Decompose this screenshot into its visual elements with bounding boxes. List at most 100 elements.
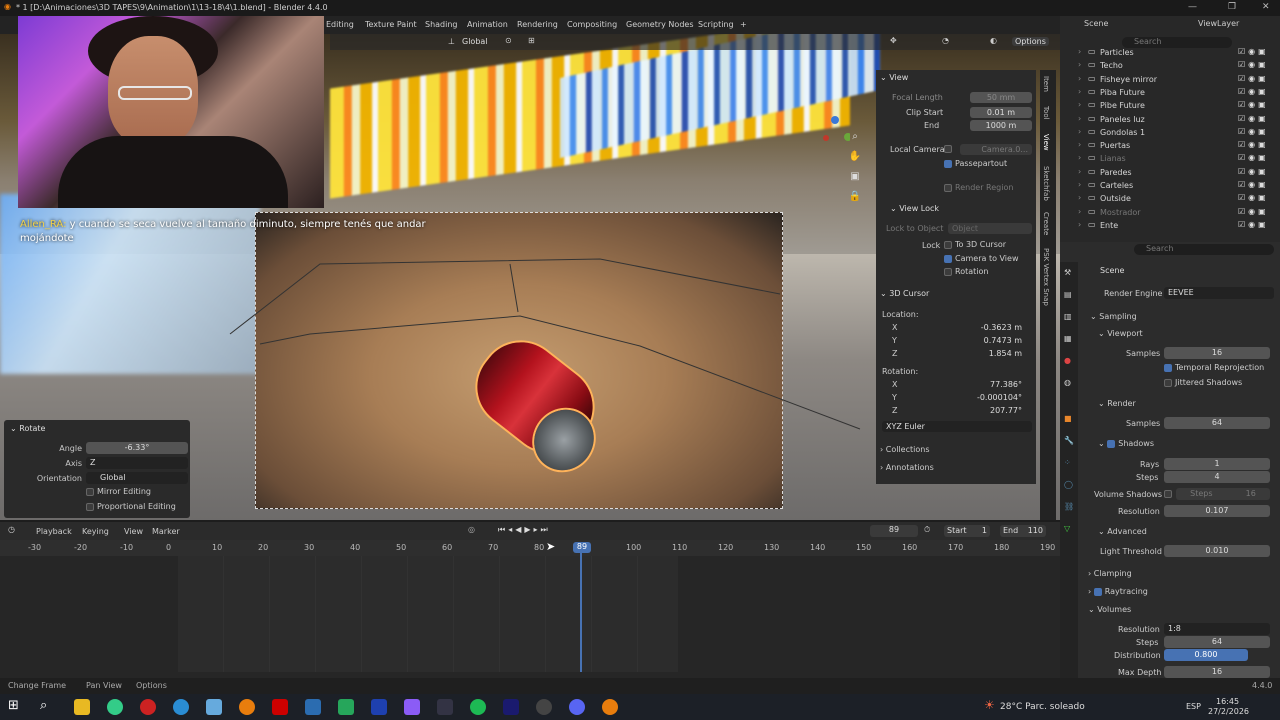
volume-shadows-checkbox[interactable] (1164, 490, 1172, 498)
light-threshold-field[interactable]: 0.010 (1164, 545, 1270, 557)
cursor-loc-x-field[interactable]: -0.3623 m (882, 322, 1026, 333)
tab-shading[interactable]: Shading (425, 20, 458, 29)
opera-icon[interactable] (140, 699, 156, 715)
cursor-rot-y-field[interactable]: -0.000104° (882, 392, 1026, 403)
outliner-row[interactable]: › ▭ Paredes ☑◉▣ (1060, 166, 1280, 179)
constraints-tab-icon[interactable]: ⛓ (1064, 502, 1074, 511)
visibility-icons[interactable]: ☑◉▣ (1238, 100, 1269, 109)
visibility-icons[interactable]: ☑◉▣ (1238, 140, 1269, 149)
visibility-icons[interactable]: ☑◉▣ (1238, 207, 1269, 216)
snap-icon[interactable]: ⊞ (528, 36, 535, 45)
lock-object-field[interactable]: Object (948, 223, 1032, 234)
tab-texture-paint[interactable]: Texture Paint (365, 20, 417, 29)
clock-date[interactable]: 27/2/2026 (1208, 707, 1249, 716)
passepartout-row[interactable]: Passepartout (944, 159, 1007, 168)
windows-start-icon[interactable]: ⊞ (8, 698, 19, 713)
expand-arrow-icon[interactable]: › (1078, 207, 1081, 216)
visibility-icons[interactable]: ☑◉▣ (1238, 153, 1269, 162)
gizmo-toggle-icon[interactable]: ✥ (890, 36, 897, 45)
after-effects-icon[interactable] (503, 699, 519, 715)
vol-steps-field[interactable]: 64 (1164, 636, 1270, 648)
expand-arrow-icon[interactable]: › (1078, 87, 1081, 96)
clock-time[interactable]: 16:45 (1216, 697, 1239, 706)
output-tab-icon[interactable]: ▥ (1064, 312, 1072, 321)
expand-arrow-icon[interactable]: › (1078, 180, 1081, 189)
cursor-rot-x-field[interactable]: 77.386° (882, 379, 1026, 390)
outliner-row[interactable]: › ▭ Carteles ☑◉▣ (1060, 179, 1280, 192)
annotations-header[interactable]: › Annotations (880, 463, 934, 472)
tab-rendering[interactable]: Rendering (517, 20, 558, 29)
3d-cursor-header[interactable]: ⌄ 3D Cursor (880, 289, 929, 298)
tab-item[interactable]: Item (1042, 76, 1050, 92)
mirror-checkbox[interactable] (86, 487, 94, 496)
cursor-rot-z-field[interactable]: 207.77° (882, 405, 1026, 416)
visibility-icons[interactable]: ☑◉▣ (1238, 114, 1269, 123)
visibility-icons[interactable]: ☑◉▣ (1238, 220, 1269, 229)
collections-header[interactable]: › Collections (880, 445, 930, 454)
auto-keying-icon[interactable]: ◎ (468, 525, 475, 534)
current-frame-field[interactable]: 89 (870, 525, 918, 537)
overlay-toggle-icon[interactable]: ◔ (942, 36, 949, 45)
object-tab-icon[interactable]: ■ (1064, 414, 1072, 423)
playhead-label[interactable]: 89 (573, 542, 591, 553)
visibility-icons[interactable]: ☑◉▣ (1238, 180, 1269, 189)
outliner-row[interactable]: › ▭ Fisheye mirror ☑◉▣ (1060, 73, 1280, 86)
add-workspace-button[interactable]: + (740, 20, 747, 29)
visibility-icons[interactable]: ☑◉▣ (1238, 74, 1269, 83)
tab-view[interactable]: View (1042, 134, 1050, 151)
vp-samples-field[interactable]: 16 (1164, 347, 1270, 359)
outliner-row[interactable]: › ▭ Ente ☑◉▣ (1060, 219, 1280, 232)
visibility-icons[interactable]: ☑◉▣ (1238, 193, 1269, 202)
blender-active-icon[interactable] (602, 699, 618, 715)
outliner-row[interactable]: › ▭ Mostrador ☑◉▣ (1060, 206, 1280, 219)
visibility-icons[interactable]: ☑◉▣ (1238, 127, 1269, 136)
visibility-icons[interactable]: ☑◉▣ (1238, 87, 1269, 96)
editor-type-icon[interactable]: ◷ (8, 525, 15, 534)
options-button[interactable]: Options (1012, 37, 1049, 46)
tab-animation[interactable]: Animation (467, 20, 508, 29)
cursor-loc-z-field[interactable]: 1.854 m (882, 348, 1026, 359)
clamping-header[interactable]: › Clamping (1088, 569, 1132, 578)
frame-ruler[interactable]: -30 -20 -10 0 10 20 30 40 50 60 70 80 100 110 120 130 14… (0, 540, 1060, 556)
outliner-row[interactable]: › ▭ Paneles luz ☑◉▣ (1060, 113, 1280, 126)
keying-menu[interactable]: Keying (82, 527, 109, 536)
file-explorer-icon[interactable] (74, 699, 90, 715)
tab-tool[interactable]: Tool (1042, 106, 1050, 120)
clip-start-field[interactable]: 0.01 m (970, 107, 1032, 118)
app-icon-2[interactable] (404, 699, 420, 715)
render-subheader[interactable]: ⌄ Render (1098, 399, 1136, 408)
lock-rotation-row[interactable]: Rotation (944, 267, 988, 276)
playback-controls[interactable]: ⏮◂◀▶▸⏭ (498, 525, 551, 535)
tab-geometry-nodes[interactable]: Geometry Nodes (626, 20, 693, 29)
visibility-icons[interactable]: ☑◉▣ (1238, 167, 1269, 176)
max-depth-field[interactable]: 16 (1164, 666, 1270, 678)
expand-arrow-icon[interactable]: › (1078, 193, 1081, 202)
view-menu[interactable]: View (124, 527, 143, 536)
tab-scripting[interactable]: Scripting (698, 20, 734, 29)
marker-menu[interactable]: Marker (152, 527, 180, 536)
visibility-icons[interactable]: ☑◉▣ (1238, 60, 1269, 69)
tab-compositing[interactable]: Compositing (567, 20, 617, 29)
outliner-row[interactable]: › ▭ Lianas ☑◉▣ (1060, 152, 1280, 165)
cursor-loc-y-field[interactable]: 0.7473 m (882, 335, 1026, 346)
sampling-header[interactable]: ⌄ Sampling (1090, 312, 1137, 321)
expand-arrow-icon[interactable]: › (1078, 140, 1081, 149)
expand-arrow-icon[interactable]: › (1078, 60, 1081, 69)
modifier-tab-icon[interactable]: 🔧 (1064, 436, 1074, 445)
pycharm-icon[interactable] (338, 699, 354, 715)
distribution-field[interactable]: 0.800 (1164, 649, 1248, 661)
angle-field[interactable]: -6.33° (86, 442, 188, 454)
expand-arrow-icon[interactable]: › (1078, 74, 1081, 83)
render-region-row[interactable]: Render Region (944, 183, 1013, 192)
expand-arrow-icon[interactable]: › (1078, 100, 1081, 109)
orientation-dropdown[interactable]: Global (462, 37, 488, 46)
lock-icon[interactable]: 🔒 (848, 191, 862, 205)
pivot-icon[interactable]: ⊙ (505, 36, 512, 45)
playhead[interactable] (580, 542, 582, 672)
tab-editing[interactable]: Editing (326, 20, 354, 29)
expand-arrow-icon[interactable]: › (1078, 220, 1081, 229)
volume-shadow-steps-field[interactable]: Steps 16 (1176, 488, 1270, 500)
focal-length-field[interactable]: 50 mm (970, 92, 1032, 103)
obs-icon[interactable] (536, 699, 552, 715)
render-engine-dropdown[interactable]: EEVEE (1164, 287, 1274, 299)
